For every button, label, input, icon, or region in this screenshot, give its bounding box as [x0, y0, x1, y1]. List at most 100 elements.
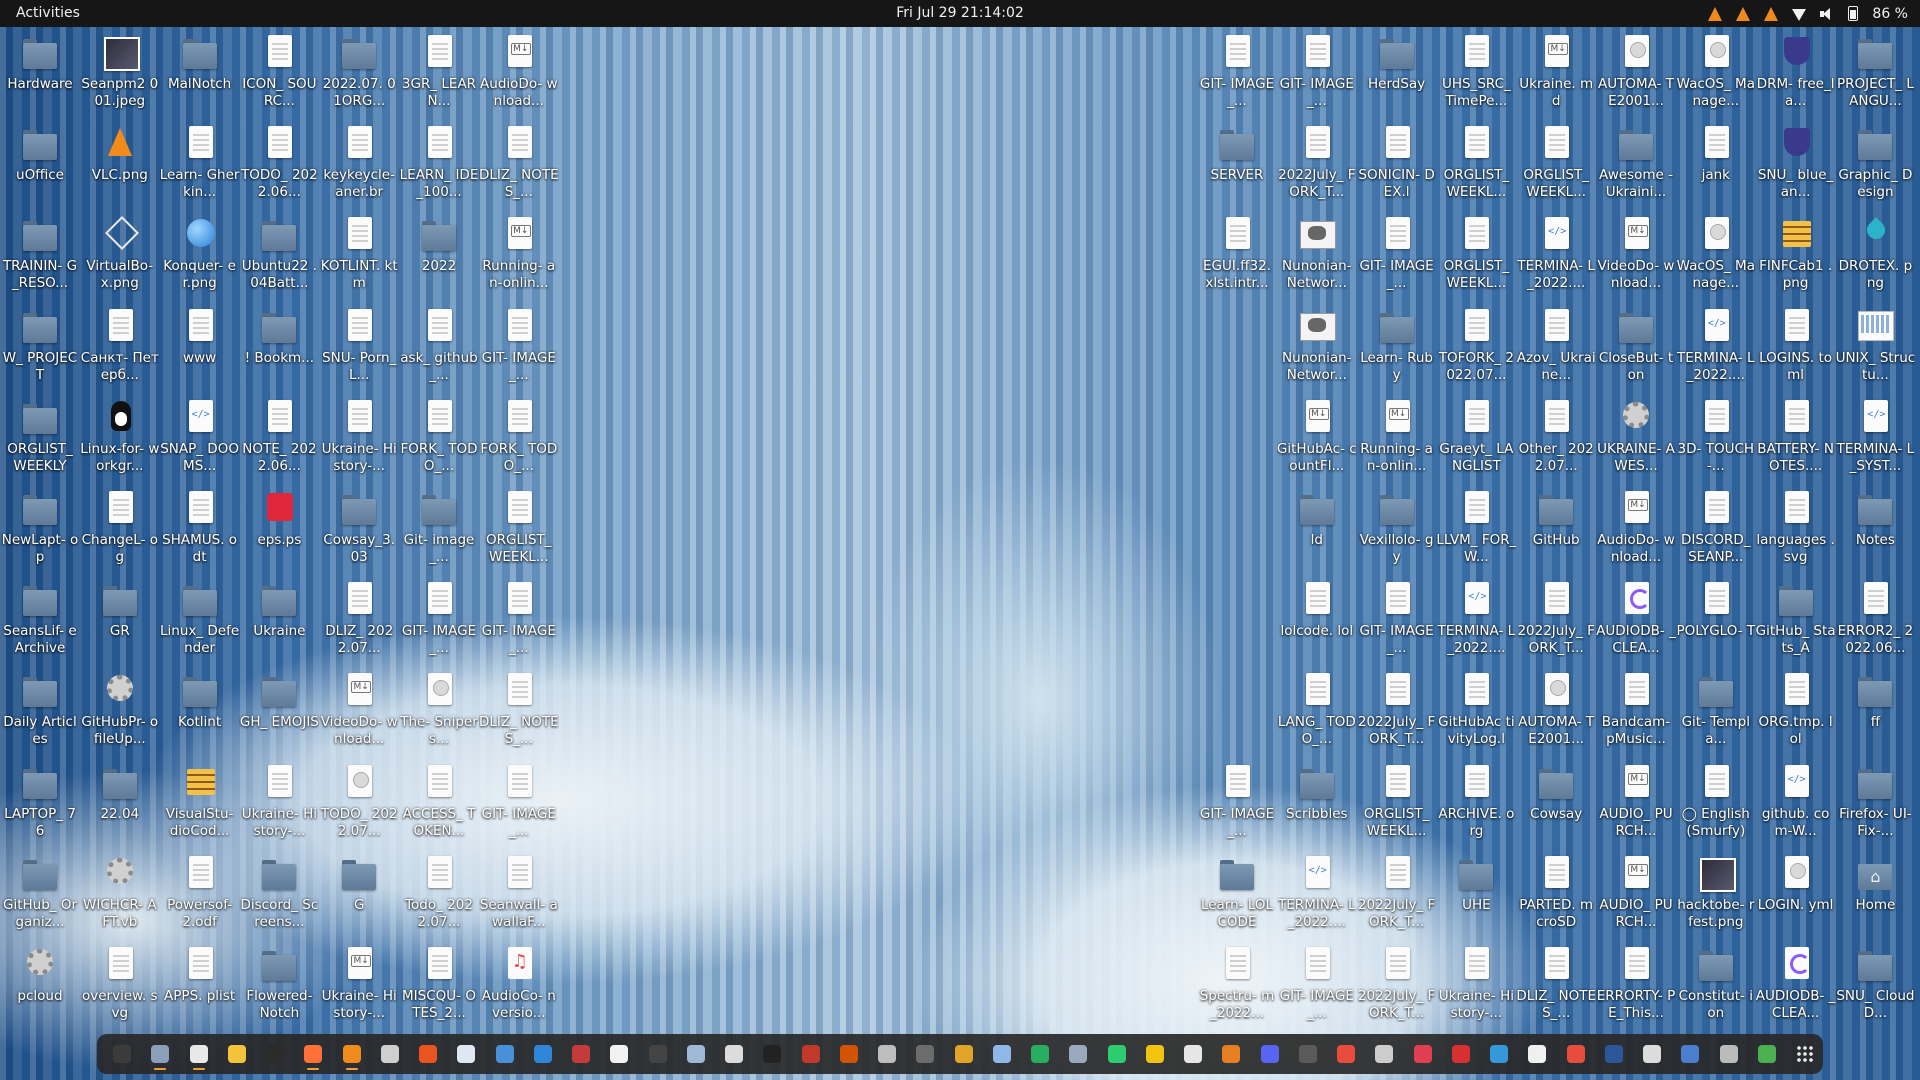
desktop-icon[interactable]: Notes — [1834, 487, 1916, 573]
dock-game-app-button[interactable] — [830, 1037, 868, 1071]
dock-calc-button[interactable] — [1098, 1037, 1136, 1071]
desktop-icon[interactable]: LAPTOP_ 76 — [0, 761, 81, 847]
dock-disk-button[interactable] — [1710, 1037, 1748, 1071]
desktop-icon[interactable]: uOffice — [0, 122, 81, 208]
desktop-icon[interactable]: eps.ps — [238, 487, 320, 573]
dock-blue-grid-button[interactable] — [1671, 1037, 1709, 1071]
desktop-icon[interactable]: GitHub_ Stats_A — [1755, 578, 1837, 664]
dock-discord-button[interactable] — [1251, 1037, 1289, 1071]
desktop-icon[interactable]: UHE — [1435, 852, 1517, 938]
desktop-icon[interactable]: Санкт- Петерб... — [79, 305, 161, 391]
desktop-icon[interactable]: www — [159, 305, 241, 391]
desktop-icon[interactable]: TERMINA- L_2022.... — [1675, 305, 1757, 391]
desktop-icon[interactable]: ORG.tmp. lol — [1755, 669, 1837, 755]
desktop-icon[interactable]: Running- an-onlin... — [1356, 396, 1438, 482]
dock-pdf-button[interactable] — [1327, 1037, 1365, 1071]
desktop-icon[interactable]: TERMINA- L_2022.... — [1276, 852, 1358, 938]
desktop-icon[interactable]: GitHubPr- ofileUp... — [79, 669, 161, 755]
desktop-icon[interactable]: ff — [1834, 669, 1916, 755]
desktop-icon[interactable]: Cowsay_3. 03 — [318, 487, 400, 573]
dock-bug-app-button[interactable] — [792, 1037, 830, 1071]
dock-red-app-button[interactable] — [1404, 1037, 1442, 1071]
desktop-icon[interactable]: DLIZ_ NOTES_... — [1515, 943, 1597, 1029]
desktop-icon[interactable]: Graphic_ Design — [1834, 122, 1916, 208]
vlc-cone-icon[interactable] — [1736, 6, 1751, 21]
desktop-icon[interactable]: UNIX_ Structu... — [1834, 305, 1916, 391]
desktop-icon[interactable]: APPS. plist — [159, 943, 241, 1029]
desktop-icon[interactable]: PROJECT_ LANGU... — [1834, 31, 1916, 117]
desktop-icon[interactable]: Seanpm2 001.jpeg — [79, 31, 161, 117]
desktop-icon[interactable]: W_ PROJECT — [0, 305, 81, 391]
system-tray[interactable]: 86 % — [1708, 3, 1908, 24]
desktop-icon[interactable]: Linux_ Defender — [159, 578, 241, 664]
desktop-icon[interactable]: Ukraine- History-... — [318, 943, 400, 1029]
desktop-icon[interactable]: GIT- IMAGE_... — [478, 578, 560, 664]
desktop-icon[interactable]: 2022 — [398, 213, 480, 299]
desktop-icon[interactable]: NOTE_ 2022.06... — [238, 396, 320, 482]
desktop-icon[interactable]: GIT- IMAGE_... — [478, 761, 560, 847]
dock-word-button[interactable] — [1595, 1037, 1633, 1071]
show-applications-button[interactable] — [1786, 1037, 1824, 1071]
dock-notes-button[interactable] — [218, 1037, 256, 1071]
desktop-icon[interactable]: 2022July_ FORK_T... — [1356, 852, 1438, 938]
desktop-icon[interactable]: Nunonian- Networ... — [1276, 305, 1358, 391]
dock-chrome-button[interactable] — [945, 1037, 983, 1071]
desktop-icon[interactable]: GIT- IMAGE_... — [1196, 761, 1278, 847]
desktop-icon[interactable]: GIT- IMAGE_... — [478, 305, 560, 391]
desktop-icon[interactable]: VisualStu- dioCod... — [159, 761, 241, 847]
desktop-icon[interactable]: GIT- IMAGE_... — [1276, 31, 1358, 117]
dock-blank-document-button[interactable] — [600, 1037, 638, 1071]
desktop-icon[interactable]: Constitut- ion — [1675, 943, 1757, 1029]
dock-archive-button[interactable] — [868, 1037, 906, 1071]
desktop-icon[interactable]: Scribbles — [1276, 761, 1358, 847]
desktop-icon[interactable]: DROTEX. png — [1834, 213, 1916, 299]
desktop-icon[interactable]: Vexillolo- gy — [1356, 487, 1438, 573]
desktop-icon[interactable]: Graeyt_ LANGLIST — [1435, 396, 1517, 482]
desktop-icon[interactable]: DISCORD_ SEANP... — [1675, 487, 1757, 573]
desktop-icon[interactable]: Learn- Ruby — [1356, 305, 1438, 391]
desktop-icon[interactable]: Flowered- Notch — [238, 943, 320, 1029]
desktop-icon[interactable]: LLVM_ FOR_W... — [1435, 487, 1517, 573]
desktop-icon[interactable]: KOTLINT. ktm — [318, 213, 400, 299]
desktop-icon[interactable]: UKRAINE- AWES... — [1595, 396, 1677, 482]
desktop-icon[interactable]: SNU- Porn_L... — [318, 305, 400, 391]
desktop-icon[interactable]: TERMINA- L_SYST... — [1834, 396, 1916, 482]
desktop-icon[interactable]: TODO_ 2022.07... — [318, 761, 400, 847]
desktop-icon[interactable]: AUDIO_ PURCH... — [1595, 852, 1677, 938]
desktop-icon[interactable]: WICHCR- AFT.vb — [79, 852, 161, 938]
desktop-icon[interactable]: Ukraine- History-... — [318, 396, 400, 482]
dock-virtualbox-button[interactable] — [677, 1037, 715, 1071]
dock-github-button[interactable] — [1518, 1037, 1556, 1071]
desktop-icon[interactable]: UHS_SRC_ TimePe... — [1435, 31, 1517, 117]
dock-console-button[interactable] — [256, 1037, 294, 1071]
dock-terminal-button[interactable] — [103, 1037, 141, 1071]
desktop-icon[interactable]: MISCQU- OTES_2... — [398, 943, 480, 1029]
dock-monitor-button[interactable] — [1480, 1037, 1518, 1071]
desktop-icon[interactable]: keykeycle- aner.br — [318, 122, 400, 208]
desktop-icon[interactable]: GIT- IMAGE_... — [1196, 31, 1278, 117]
desktop-icon[interactable]: FORK_ TODO_... — [478, 396, 560, 482]
desktop-icon[interactable]: ORGLIST_ WEEKL... — [1515, 122, 1597, 208]
desktop-icon[interactable]: Other_ 2022.07... — [1515, 396, 1597, 482]
desktop-icon[interactable]: jank — [1675, 122, 1757, 208]
desktop-icon[interactable]: Ukraine — [238, 578, 320, 664]
desktop-icon[interactable]: Daily Articles — [0, 669, 81, 755]
wifi-icon[interactable] — [1792, 7, 1807, 21]
desktop-icon[interactable]: pcloud — [0, 943, 81, 1029]
desktop[interactable]: Hardware Seanpm2 001.jpeg MalNotch ICON_ SO… — [0, 27, 1920, 1042]
desktop-icon[interactable]: ORGLIST_ WEEKL... — [1356, 761, 1438, 847]
desktop-icon[interactable]: GIT- IMAGE_... — [398, 578, 480, 664]
desktop-icon[interactable]: TOFORK_ 2022.07... — [1435, 305, 1517, 391]
dock-gift-app-button[interactable] — [1442, 1037, 1480, 1071]
desktop-icon[interactable]: ORGLIST_ WEEKL... — [1435, 213, 1517, 299]
desktop-icon[interactable]: EGUI.ff32. xlst.intr... — [1196, 213, 1278, 299]
desktop-icon[interactable]: Bandcam- pMusic... — [1595, 669, 1677, 755]
dock-sheet-button[interactable] — [1633, 1037, 1671, 1071]
dock-software-center-button[interactable] — [409, 1037, 447, 1071]
dock-files-button[interactable] — [141, 1037, 179, 1071]
desktop-icon[interactable]: 2022July_ FORK_T... — [1356, 943, 1438, 1029]
dock-pen-tool-button[interactable] — [639, 1037, 677, 1071]
desktop-icon[interactable]: SERVER — [1196, 122, 1278, 208]
vlc-cone-icon[interactable] — [1764, 6, 1779, 21]
desktop-icon[interactable]: SONICIN- DEX.l — [1356, 122, 1438, 208]
